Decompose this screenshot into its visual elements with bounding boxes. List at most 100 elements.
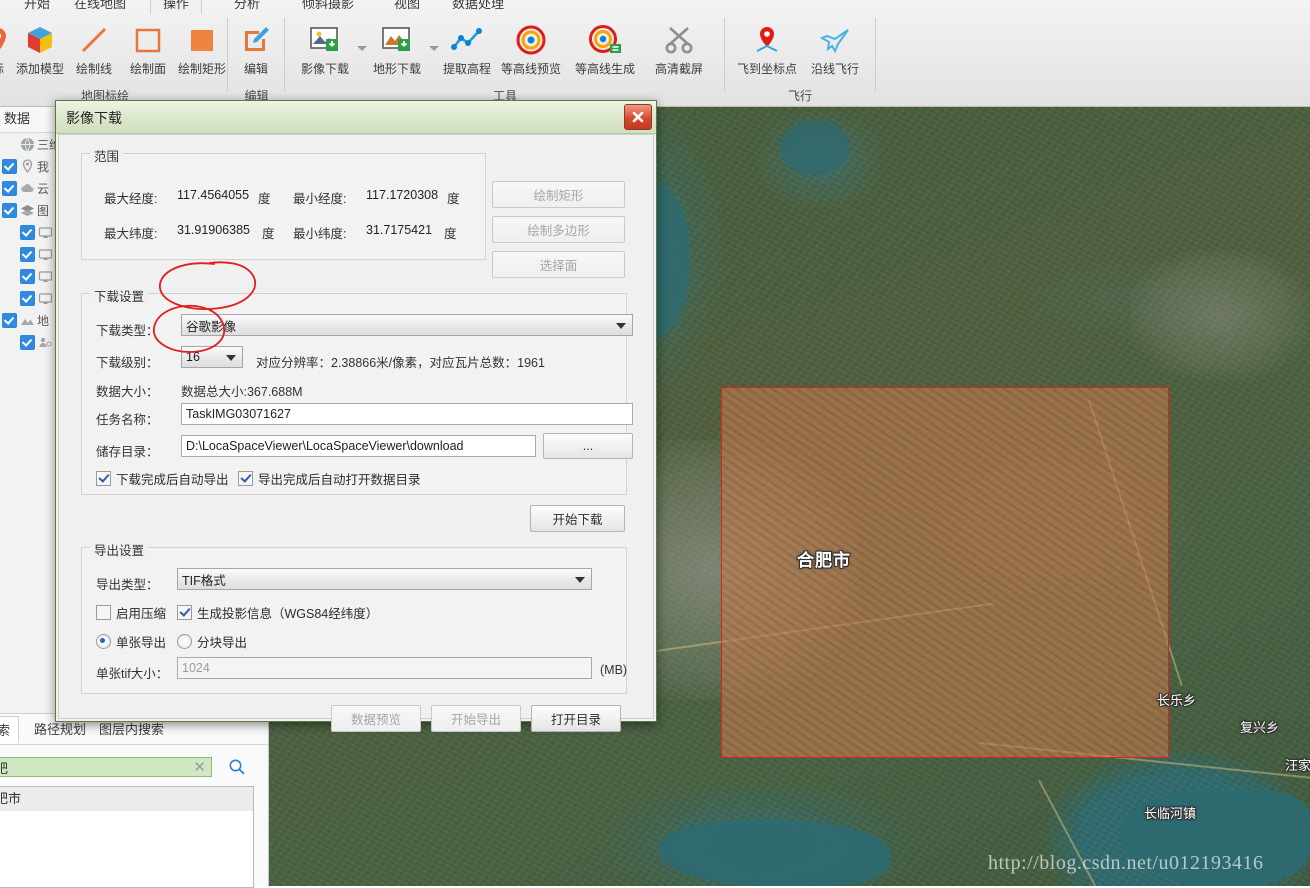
ribbon-item-fly-along-line[interactable]: 沿线飞行 xyxy=(803,18,867,76)
select-face-button[interactable]: 选择面 xyxy=(492,251,625,278)
close-button[interactable] xyxy=(624,104,652,130)
tree-item-terrain[interactable]: 地 xyxy=(0,309,56,331)
ribbon-tab-view[interactable]: 视图 xyxy=(382,0,432,14)
ribbon-item-terrain-download[interactable]: 地形下载 xyxy=(365,18,429,76)
search-input[interactable]: 肥 ✕ xyxy=(0,757,212,777)
extent-fill xyxy=(722,388,1168,757)
dialog-body: 范围 最大经度: 117.4564055 度 最小经度: 117.1720308… xyxy=(58,134,654,732)
start-export-button[interactable]: 开始导出 xyxy=(431,705,521,732)
min-latitude-label: 最小纬度: xyxy=(293,227,347,241)
list-item[interactable]: 肥市 xyxy=(0,787,253,811)
clear-x-icon[interactable]: ✕ xyxy=(193,758,209,776)
search-icon[interactable] xyxy=(228,758,246,776)
search-results-list[interactable]: 肥市 xyxy=(0,786,254,888)
data-preview-button[interactable]: 数据预览 xyxy=(331,705,421,732)
tree-item-layer-child[interactable] xyxy=(0,221,56,243)
checkbox-box xyxy=(177,605,192,620)
tree-item-layer-child[interactable] xyxy=(0,265,56,287)
tab-place-search[interactable]: 索 xyxy=(0,716,20,743)
map-label-town: 长临河镇 xyxy=(1144,806,1197,821)
ribbon-item-hd-screenshot[interactable]: 高清截屏 xyxy=(647,18,711,76)
tree-item-cloud[interactable]: 云 xyxy=(0,177,56,199)
pin-icon xyxy=(20,158,35,174)
enable-compression-label: 启用压缩 xyxy=(116,607,167,621)
download-level-label: 下载级别： xyxy=(96,356,159,370)
single-export-label: 单张导出 xyxy=(116,636,167,650)
checkbox[interactable] xyxy=(2,202,17,218)
lake-shape xyxy=(780,120,850,175)
chevron-down-icon xyxy=(616,323,626,329)
start-download-button[interactable]: 开始下载 xyxy=(530,505,625,532)
ribbon-group-label: 飞行 xyxy=(787,89,812,103)
open-directory-button[interactable]: 打开目录 xyxy=(531,705,621,732)
checkbox[interactable] xyxy=(2,180,17,196)
checkbox[interactable] xyxy=(20,224,35,240)
download-settings-group: 下载设置 下载类型： 谷歌影像 下载级别： 16 对应分辨率：2.38866米/… xyxy=(81,286,633,495)
draw-polygon-button[interactable]: 绘制多边形 xyxy=(492,216,625,243)
open-dir-checkbox[interactable]: 导出完成后自动打开数据目录 xyxy=(238,469,421,488)
layers-icon xyxy=(20,203,35,218)
tree-item-scene[interactable]: 三维场 xyxy=(0,133,56,155)
ribbon-item-extract-elevation[interactable]: 提取高程 xyxy=(435,18,499,76)
cloud-icon xyxy=(20,181,35,196)
tree-item-my-places[interactable]: 我 xyxy=(0,155,56,177)
enable-compression-checkbox[interactable]: 启用压缩 xyxy=(96,603,166,622)
ribbon-tab-oblique[interactable]: 倾斜摄影 xyxy=(290,0,366,14)
panel-tab-data[interactable]: 数据 xyxy=(0,106,56,133)
ribbon-tab-analysis[interactable]: 分析 xyxy=(222,0,272,14)
max-latitude-label: 最大纬度: xyxy=(104,227,158,241)
map-label-town: 复兴乡 xyxy=(1240,720,1280,735)
ribbon-item-contour-preview[interactable]: 等高线预览 xyxy=(499,18,563,76)
tiled-export-radio[interactable]: 分块导出 xyxy=(177,632,247,651)
monitor-icon xyxy=(38,247,53,262)
image-download-dialog: 影像下载 范围 最大经度: 117.4564055 度 最小经度: 117.17… xyxy=(55,100,657,732)
ribbon-item-contour-generate[interactable]: 等高线生成 xyxy=(573,18,637,76)
group-divider xyxy=(875,18,876,92)
save-dir-value: D:\LocaSpaceViewer\LocaSpaceViewer\downl… xyxy=(186,439,464,453)
ribbon-item-edit[interactable]: 编辑 xyxy=(224,18,288,76)
export-settings-label: 导出设置 xyxy=(90,540,149,559)
ribbon-tab-online-map[interactable]: 在线地图 xyxy=(62,0,138,14)
ribbon-item-label: 编辑 xyxy=(243,62,268,76)
single-export-radio[interactable]: 单张导出 xyxy=(96,632,166,651)
contour-preview-icon xyxy=(499,18,563,62)
checkbox[interactable] xyxy=(20,290,35,306)
monitor-icon xyxy=(38,269,53,284)
checkbox[interactable] xyxy=(20,334,35,350)
edit-pencil-icon xyxy=(224,18,288,62)
left-data-panel: 数据 三维场 我 云 图 xyxy=(0,106,57,713)
tree-item-layers[interactable]: 图 xyxy=(0,199,56,221)
generate-projection-checkbox[interactable]: 生成投影信息（WGS84经纬度） xyxy=(177,603,378,622)
tree-item-label: 云 xyxy=(37,181,50,196)
generate-projection-label: 生成投影信息（WGS84经纬度） xyxy=(197,607,379,621)
tree-item-place[interactable] xyxy=(0,331,56,353)
auto-export-checkbox[interactable]: 下载完成后自动导出 xyxy=(96,469,229,488)
ribbon-item-fly-to-point[interactable]: 飞到坐标点 xyxy=(735,18,799,76)
checkbox[interactable] xyxy=(2,312,17,328)
min-longitude-unit: 度 xyxy=(447,192,460,206)
task-name-input[interactable]: TaskIMG03071627 xyxy=(181,403,633,425)
tree-item-layer-child[interactable] xyxy=(0,243,56,265)
terrain-download-icon xyxy=(365,18,429,62)
extract-elevation-icon xyxy=(435,18,499,62)
ribbon-tab-operation[interactable]: 操作 xyxy=(150,0,203,14)
download-extent-rectangle[interactable] xyxy=(721,387,1169,758)
download-level-select[interactable]: 16 xyxy=(181,346,243,368)
ribbon-tab-data-process[interactable]: 数据处理 xyxy=(440,0,516,14)
checkbox[interactable] xyxy=(2,158,17,174)
export-type-select[interactable]: TIF格式 xyxy=(177,568,592,590)
ribbon-tab-start[interactable]: 开始 xyxy=(12,0,62,14)
image-download-icon xyxy=(293,18,357,62)
tif-size-input[interactable]: 1024 xyxy=(177,657,592,679)
browse-dir-button[interactable]: ... xyxy=(543,433,633,459)
draw-rectangle-button[interactable]: 绘制矩形 xyxy=(492,181,625,208)
checkbox[interactable] xyxy=(20,246,35,262)
dialog-title-bar[interactable]: 影像下载 xyxy=(56,101,656,134)
download-type-value: 谷歌影像 xyxy=(186,319,237,334)
hd-screenshot-icon xyxy=(647,18,711,62)
tree-item-layer-child[interactable] xyxy=(0,287,56,309)
save-dir-input[interactable]: D:\LocaSpaceViewer\LocaSpaceViewer\downl… xyxy=(181,435,536,457)
download-type-select[interactable]: 谷歌影像 xyxy=(181,314,633,336)
checkbox[interactable] xyxy=(20,268,35,284)
ribbon-item-image-download[interactable]: 影像下载 xyxy=(293,18,357,76)
